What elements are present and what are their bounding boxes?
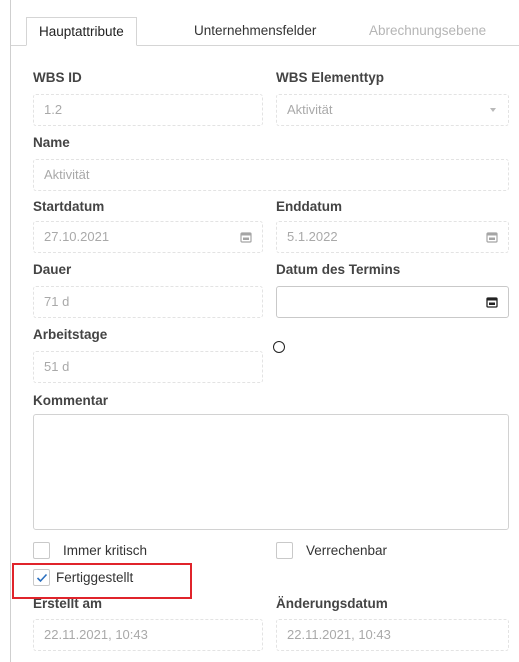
start-date-value: 27.10.2021 bbox=[44, 229, 110, 244]
appointment-date-label: Datum des Termins bbox=[276, 262, 401, 277]
chevron-down-icon bbox=[490, 108, 496, 112]
wbs-type-value: Aktivität bbox=[287, 102, 333, 117]
duration-label: Dauer bbox=[33, 262, 72, 277]
always-critical-label: Immer kritisch bbox=[63, 542, 147, 558]
appointment-date-input[interactable] bbox=[276, 286, 509, 318]
work-days-value: 51 d bbox=[44, 359, 70, 374]
wbs-id-field: 1.2 bbox=[33, 94, 263, 126]
work-days-field: 51 d bbox=[33, 351, 263, 383]
start-date-label: Startdatum bbox=[33, 199, 105, 214]
created-field: 22.11.2021, 10:43 bbox=[33, 619, 263, 651]
checkbox-box[interactable] bbox=[33, 541, 50, 559]
modified-value: 22.11.2021, 10:43 bbox=[287, 627, 391, 642]
end-date-label: Enddatum bbox=[276, 199, 342, 214]
end-date-value: 5.1.2022 bbox=[287, 229, 338, 244]
billable-checkbox[interactable]: Verrechenbar bbox=[276, 540, 387, 560]
duration-field: 71 d bbox=[33, 286, 263, 318]
calendar-icon bbox=[240, 232, 252, 243]
start-date-field: 27.10.2021 bbox=[33, 221, 263, 253]
always-critical-checkbox[interactable]: Immer kritisch bbox=[33, 540, 147, 560]
calendar-icon[interactable] bbox=[486, 296, 498, 308]
tab-abrechnungsebene: Abrechnungsebene bbox=[369, 23, 487, 38]
name-field: Aktivität bbox=[33, 159, 509, 191]
billable-label: Verrechenbar bbox=[306, 542, 388, 558]
calendar-icon bbox=[486, 232, 498, 243]
name-value: Aktivität bbox=[44, 167, 90, 182]
end-date-field: 5.1.2022 bbox=[276, 221, 509, 253]
tab-unternehmensfelder[interactable]: Unternehmensfelder bbox=[182, 17, 328, 45]
wbs-type-select: Aktivität bbox=[276, 94, 509, 126]
wbs-type-label: WBS Elementtyp bbox=[276, 70, 385, 85]
modified-field: 22.11.2021, 10:43 bbox=[276, 619, 509, 651]
highlight-box bbox=[12, 563, 192, 599]
duration-value: 71 d bbox=[44, 294, 70, 309]
modified-label: Änderungsdatum bbox=[276, 596, 388, 611]
wbs-id-label: WBS ID bbox=[33, 70, 82, 85]
created-value: 22.11.2021, 10:43 bbox=[44, 627, 148, 642]
comment-label: Kommentar bbox=[33, 393, 109, 408]
tab-bar: Hauptattribute Unternehmensfelder Abrech… bbox=[11, 17, 519, 46]
name-label: Name bbox=[33, 135, 70, 150]
work-days-label: Arbeitstage bbox=[33, 327, 108, 342]
comment-textarea[interactable] bbox=[33, 414, 509, 530]
radio-button[interactable] bbox=[273, 341, 285, 353]
wbs-id-value: 1.2 bbox=[44, 102, 63, 117]
checkbox-box[interactable] bbox=[276, 541, 293, 559]
tab-hauptattribute[interactable]: Hauptattribute bbox=[26, 17, 137, 46]
